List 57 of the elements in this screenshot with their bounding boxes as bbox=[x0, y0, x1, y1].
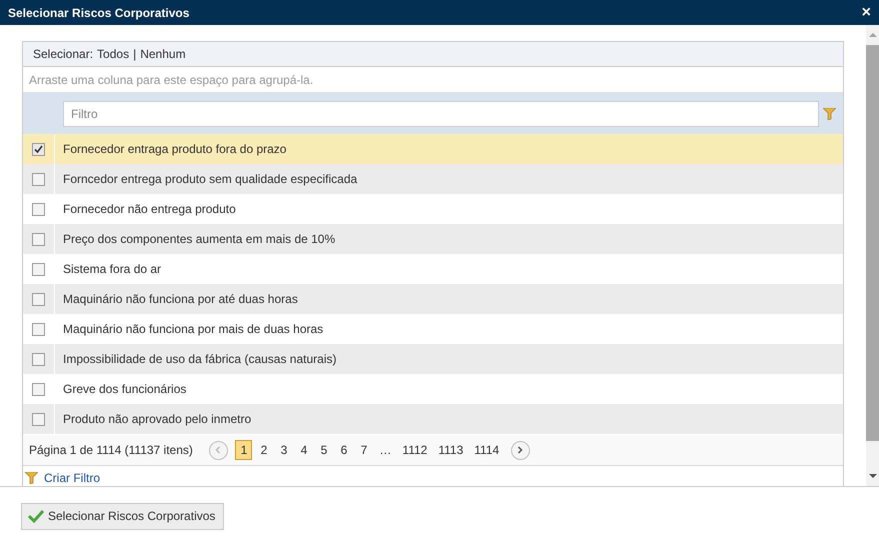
chevron-right-icon bbox=[517, 446, 524, 454]
checkbox[interactable] bbox=[32, 202, 45, 216]
page-summary: Página 1 de 1114 (11137 itens) bbox=[29, 443, 193, 457]
page-button[interactable]: 2 bbox=[255, 440, 272, 460]
table-cell-text: Maquinário não funciona por até duas horas bbox=[62, 292, 298, 306]
close-button[interactable]: × bbox=[862, 4, 871, 20]
table-cell-text: Fornecedor entraga produto fora do prazo bbox=[62, 142, 286, 156]
select-all-link[interactable]: Todos bbox=[97, 47, 130, 61]
page-button[interactable]: 1114 bbox=[470, 440, 504, 460]
checkbox[interactable] bbox=[32, 352, 45, 366]
grid-row[interactable]: Produto não aprovado pelo inmetro bbox=[23, 404, 843, 434]
filter-icon bbox=[25, 472, 38, 484]
create-filter-link[interactable]: Criar Filtro bbox=[44, 471, 100, 485]
checkbox[interactable] bbox=[32, 262, 45, 276]
table-cell-text: Impossibilidade de uso da fábrica (causas naturais) bbox=[62, 352, 336, 366]
check-icon bbox=[34, 144, 43, 154]
group-hint: Arraste uma coluna para este espaço para agrupá-la. bbox=[29, 72, 314, 86]
check-icon bbox=[28, 509, 44, 523]
chevron-left-icon bbox=[215, 446, 222, 454]
page-button[interactable]: 1113 bbox=[434, 440, 468, 460]
page-button[interactable]: 7 bbox=[355, 440, 372, 460]
checkbox[interactable] bbox=[32, 172, 45, 186]
separator: | bbox=[133, 47, 136, 61]
checkbox[interactable] bbox=[32, 292, 45, 306]
filter-field[interactable]: Filtro bbox=[63, 100, 819, 126]
page-button[interactable]: 1112 bbox=[398, 440, 432, 460]
scrollbar[interactable] bbox=[866, 25, 879, 486]
page-button[interactable]: 6 bbox=[335, 440, 352, 460]
checkbox[interactable] bbox=[32, 142, 45, 156]
table-cell-text: Sistema fora do ar bbox=[62, 262, 162, 276]
checkbox[interactable] bbox=[32, 322, 45, 336]
page-button[interactable]: 4 bbox=[295, 440, 312, 460]
filter-icon bbox=[823, 108, 836, 120]
page-button[interactable]: 5 bbox=[315, 440, 332, 460]
grid-row[interactable]: Impossibilidade de uso da fábrica (causas naturais) bbox=[23, 344, 843, 374]
grid-row[interactable]: Fornecedor entraga produto fora do prazo bbox=[23, 134, 843, 164]
window-title: Selecionar Riscos Corporativos bbox=[8, 6, 190, 20]
table-cell-text: Preço dos componentes aumenta em mais de 10% bbox=[62, 232, 336, 246]
page-button[interactable]: … bbox=[375, 440, 396, 460]
previous-page-button[interactable] bbox=[208, 440, 228, 460]
page-button[interactable]: 3 bbox=[275, 440, 292, 460]
next-page-button[interactable] bbox=[510, 440, 530, 460]
table-cell-text: Fornecedor não entrega produto bbox=[62, 202, 236, 216]
select-label: Selecionar: bbox=[33, 47, 94, 61]
grid-row[interactable]: Maquinário não funciona por até duas horas bbox=[23, 284, 843, 314]
grid-row[interactable]: Preço dos componentes aumenta em mais de 10% bbox=[23, 224, 843, 254]
select-none-link[interactable]: Nenhum bbox=[140, 47, 186, 61]
page-button[interactable]: 1 bbox=[235, 440, 252, 460]
checkbox[interactable] bbox=[32, 382, 45, 396]
table-cell-text: Greve dos funcionários bbox=[62, 382, 186, 396]
select-button[interactable]: Selecionar Riscos Corporativos bbox=[21, 502, 224, 530]
checkbox[interactable] bbox=[32, 232, 45, 246]
grid-row[interactable]: Forncedor entrega produto sem qualidade especificada bbox=[23, 164, 843, 194]
table-cell-text: Maquinário não funciona por mais de duas horas bbox=[62, 322, 324, 336]
checkbox[interactable] bbox=[32, 412, 45, 426]
table-cell-text: Forncedor entrega produto sem qualidade especificada bbox=[62, 172, 358, 186]
table-cell-text: Produto não aprovado pelo inmetro bbox=[62, 412, 252, 426]
